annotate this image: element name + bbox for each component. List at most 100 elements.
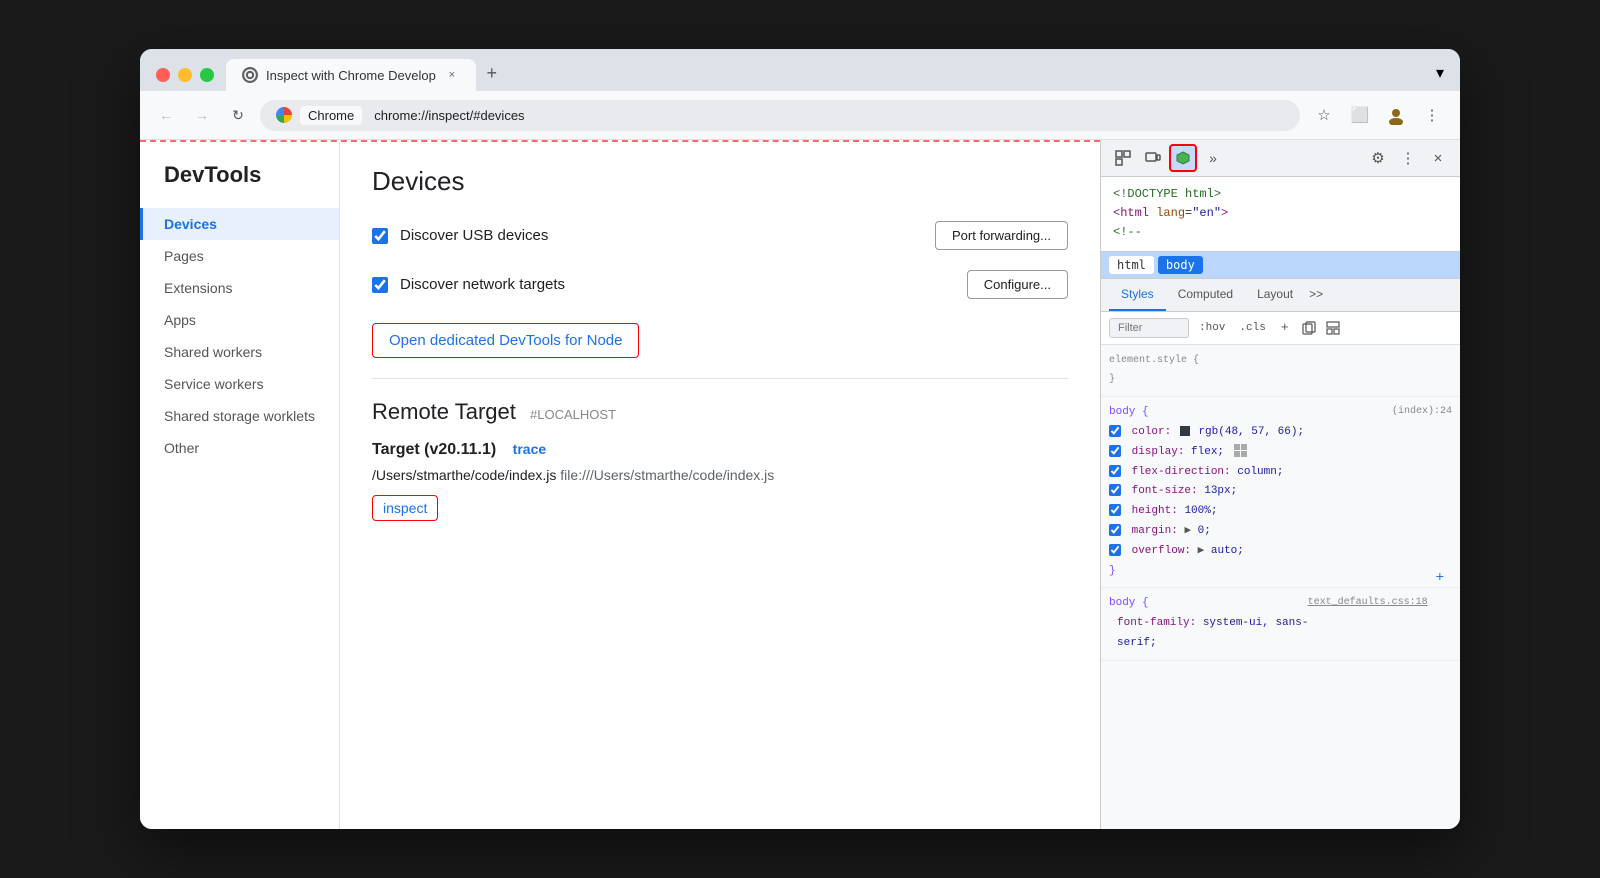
layout-btn[interactable] xyxy=(1324,319,1342,337)
dom-doctype: <!DOCTYPE html> xyxy=(1113,185,1448,204)
element-selector: html body xyxy=(1101,252,1460,279)
close-traffic-light[interactable] xyxy=(156,68,170,82)
sidebar-item-devices[interactable]: Devices xyxy=(140,208,339,240)
target-trace-link[interactable]: trace xyxy=(513,441,546,457)
devtools-more-btn[interactable]: ⋮ xyxy=(1394,144,1422,172)
section-title: Devices xyxy=(372,166,1068,197)
body-rule-close-1: } xyxy=(1109,565,1116,577)
display-prop-checkbox[interactable] xyxy=(1109,445,1121,457)
computed-tab[interactable]: Computed xyxy=(1166,279,1245,311)
body-tab[interactable]: body xyxy=(1158,256,1203,274)
port-forwarding-button[interactable]: Port forwarding... xyxy=(935,221,1068,250)
overflow-prop-val: auto; xyxy=(1211,545,1244,557)
body-source-1[interactable]: (index):24 xyxy=(1392,403,1452,421)
font-size-prop-name: font-size: xyxy=(1132,485,1198,497)
more-tools-btn[interactable]: » xyxy=(1199,144,1227,172)
add-rule-btn[interactable]: + xyxy=(1428,562,1452,595)
sidebar: DevTools Devices Pages Extensions Apps S… xyxy=(140,142,340,829)
color-prop-checkbox[interactable] xyxy=(1109,425,1121,437)
overflow-arrow: ▶ xyxy=(1198,545,1211,557)
open-devtools-node-button[interactable]: Open dedicated DevTools for Node xyxy=(372,323,639,358)
flex-direction-checkbox[interactable] xyxy=(1109,465,1121,477)
color-swatch[interactable] xyxy=(1180,426,1190,436)
bookmark-button[interactable]: ☆ xyxy=(1308,99,1340,131)
body-style-rule-1: body { (index):24 color: rgb(48, 57, 66)… xyxy=(1101,397,1460,588)
tabs-bar: Inspect with Chrome Develop × + xyxy=(226,59,1424,91)
overflow-checkbox[interactable] xyxy=(1109,544,1121,556)
styles-tab[interactable]: Styles xyxy=(1109,279,1166,311)
more-style-tabs[interactable]: >> xyxy=(1305,279,1327,311)
target-file-link[interactable]: file:///Users/stmarthe/code/index.js xyxy=(560,467,774,483)
forward-button[interactable]: → xyxy=(188,101,216,129)
devtools-close-btn[interactable]: × xyxy=(1424,144,1452,172)
select-element-tool[interactable] xyxy=(1109,144,1137,172)
devtools-settings-btn[interactable]: ⚙ xyxy=(1364,144,1392,172)
address-bar[interactable]: Chrome chrome://inspect/#devices xyxy=(260,100,1300,131)
discover-network-checkbox[interactable] xyxy=(372,277,388,293)
minimize-traffic-light[interactable] xyxy=(178,68,192,82)
flex-icon xyxy=(1234,444,1248,458)
styles-panel: :hov .cls + element.style { } xyxy=(1101,312,1460,829)
margin-checkbox[interactable] xyxy=(1109,524,1121,536)
flex-direction-prop-name: flex-direction: xyxy=(1132,466,1231,478)
network-targets-row: Discover network targets Configure... xyxy=(372,270,1068,299)
reload-button[interactable]: ↻ xyxy=(224,101,252,129)
sidebar-item-apps[interactable]: Apps xyxy=(140,304,339,336)
styles-filter-bar: :hov .cls + xyxy=(1101,312,1460,345)
sidebar-item-shared-workers[interactable]: Shared workers xyxy=(140,336,339,368)
font-family-prop-val: system-ui, sans- xyxy=(1203,617,1309,629)
target-info: Target (v20.11.1) trace /Users/stmarthe/… xyxy=(372,441,1068,521)
sidebar-item-other[interactable]: Other xyxy=(140,432,339,464)
chrome-label: Chrome xyxy=(300,106,362,125)
hover-pseudo-btn[interactable]: :hov xyxy=(1195,320,1229,336)
menu-button[interactable]: ⋮ xyxy=(1416,99,1448,131)
active-tab[interactable]: Inspect with Chrome Develop × xyxy=(226,59,476,91)
add-style-btn[interactable]: + xyxy=(1276,319,1294,337)
chrome-logo-icon xyxy=(276,107,292,123)
three-d-view-tool[interactable] xyxy=(1169,144,1197,172)
section-divider xyxy=(372,378,1068,379)
flex-direction-prop-val: column; xyxy=(1237,466,1283,478)
layout-tab[interactable]: Layout xyxy=(1245,279,1305,311)
devtools-panel: » ⚙ ⋮ × <!DOCTYPE html> <html lang="en">… xyxy=(1100,140,1460,829)
copy-style-btn[interactable] xyxy=(1300,319,1318,337)
overflow-prop-name: overflow: xyxy=(1132,545,1191,557)
back-button[interactable]: ← xyxy=(152,101,180,129)
cls-btn[interactable]: .cls xyxy=(1235,320,1269,336)
element-style-rule: element.style { } xyxy=(1101,345,1460,398)
height-checkbox[interactable] xyxy=(1109,504,1121,516)
extension-button[interactable]: ⬜ xyxy=(1344,99,1376,131)
tab-title: Inspect with Chrome Develop xyxy=(266,68,436,83)
margin-prop-name: margin: xyxy=(1132,525,1178,537)
font-family-cont: serif; xyxy=(1117,637,1157,649)
browser-window: Inspect with Chrome Develop × + ▾ ← → ↻ … xyxy=(140,49,1460,829)
remote-target-title: Remote Target xyxy=(372,399,516,424)
font-size-checkbox[interactable] xyxy=(1109,484,1121,496)
dom-html[interactable]: <html lang="en"> xyxy=(1113,204,1448,223)
profile-button[interactable] xyxy=(1380,99,1412,131)
main-area: DevTools Devices Pages Extensions Apps S… xyxy=(140,140,1460,829)
body-style-rule-2: body { text_defaults.css:18 font-family:… xyxy=(1101,588,1460,660)
element-style-label: element.style { xyxy=(1109,355,1199,366)
styles-filter-input[interactable] xyxy=(1109,318,1189,338)
sidebar-item-service-workers[interactable]: Service workers xyxy=(140,368,339,400)
dom-comment: <!-- xyxy=(1113,223,1448,242)
configure-button[interactable]: Configure... xyxy=(967,270,1068,299)
window-dropdown[interactable]: ▾ xyxy=(1436,63,1444,83)
body-source-2[interactable]: text_defaults.css:18 xyxy=(1308,594,1428,612)
maximize-traffic-light[interactable] xyxy=(200,68,214,82)
device-mode-tool[interactable] xyxy=(1139,144,1167,172)
url-text: chrome://inspect/#devices xyxy=(374,108,524,123)
sidebar-item-extensions[interactable]: Extensions xyxy=(140,272,339,304)
new-tab-button[interactable]: + xyxy=(478,59,506,87)
tab-close-btn[interactable]: × xyxy=(444,67,460,83)
html-tab[interactable]: html xyxy=(1109,256,1154,274)
inspect-button[interactable]: inspect xyxy=(372,495,438,521)
target-name-text: Target (v20.11.1) xyxy=(372,441,496,458)
discover-usb-checkbox[interactable] xyxy=(372,228,388,244)
sidebar-item-pages[interactable]: Pages xyxy=(140,240,339,272)
body-selector-1: body { xyxy=(1109,406,1149,418)
sidebar-item-shared-storage-worklets[interactable]: Shared storage worklets xyxy=(140,400,339,432)
target-path-text: /Users/stmarthe/code/index.js xyxy=(372,467,556,483)
nav-bar: ← → ↻ Chrome chrome://inspect/#devices ☆… xyxy=(140,91,1460,140)
